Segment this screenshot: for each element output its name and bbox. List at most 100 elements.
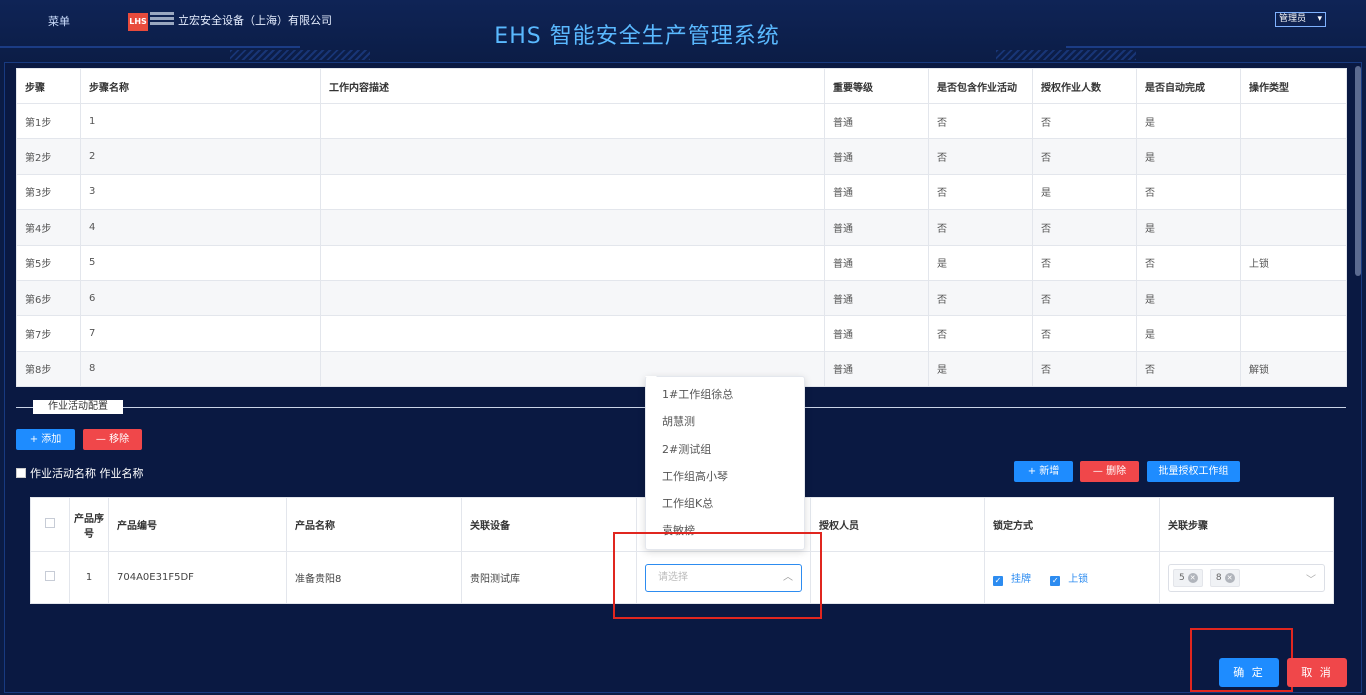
table-cell: 第4步 — [16, 209, 81, 246]
table-cell: 普通 — [824, 209, 929, 246]
dropdown-option[interactable]: 胡慧测 — [646, 408, 804, 435]
select-all-activities[interactable]: 作业活动名称 作业名称 — [16, 465, 144, 481]
dropdown-option[interactable]: 1#工作组徐总 — [646, 381, 804, 408]
table-row: 第7步 7 普通否否是 — [16, 315, 1347, 352]
table-cell: 否 — [1032, 279, 1137, 317]
select-all-cell — [30, 497, 70, 552]
step-tag: 8 ✕ — [1209, 568, 1240, 587]
vertical-scrollbar[interactable] — [1355, 66, 1361, 276]
table-cell: 否 — [1032, 138, 1137, 175]
dropdown-option[interactable]: 工作组K总 — [646, 490, 804, 517]
confirm-button[interactable]: 确 定 — [1219, 658, 1279, 687]
table-cell: 否 — [1032, 315, 1137, 352]
table-cell — [1240, 173, 1347, 211]
authorized-personnel — [810, 551, 985, 604]
table-cell — [1240, 102, 1347, 140]
step-tag: 5 ✕ — [1173, 568, 1203, 587]
steps-table: 步骤 步骤名称 工作内容描述 重要等级 是否包含作业活动 授权作业人数 是否自动… — [16, 68, 1347, 388]
table-cell: 6 — [80, 279, 321, 317]
dropdown-caret — [645, 376, 657, 382]
system-title: EHS 智能安全生产管理系统 — [494, 24, 780, 49]
table-row: 第1步 1 普通否否是 — [16, 102, 1347, 140]
table-cell: 第6步 — [16, 279, 81, 317]
related-steps-select[interactable]: 5 ✕ 8 ✕ ﹀ — [1168, 563, 1325, 592]
table-cell: 第8步 — [16, 350, 81, 388]
app-header: 菜单 LHS 立宏安全设备（上海）有限公司 EHS 智能安全生产管理系统 管理员… — [0, 0, 1366, 66]
table-cell: 否 — [1032, 102, 1137, 140]
batch-authorize-button[interactable]: 批量授权工作组 — [1147, 461, 1240, 482]
table-cell — [1240, 279, 1347, 317]
close-icon[interactable]: ✕ — [1187, 572, 1198, 583]
table-cell: 第3步 — [16, 173, 81, 211]
column-header: 产品名称 — [286, 497, 462, 552]
table-cell: 是 — [1136, 279, 1241, 317]
table-cell: 1 — [80, 102, 321, 140]
product-code: 704A0E31F5DF — [108, 551, 287, 604]
table-row: 第5步 5 普通是否否上锁 — [16, 244, 1347, 281]
table-cell: 否 — [1032, 209, 1137, 246]
add-button[interactable]: + 添加 — [16, 429, 75, 450]
table-cell: 7 — [80, 315, 321, 352]
new-button[interactable]: + 新增 — [1014, 461, 1073, 482]
close-icon[interactable]: ✕ — [1224, 572, 1235, 583]
steps-header-row: 步骤 步骤名称 工作内容描述 重要等级 是否包含作业活动 授权作业人数 是否自动… — [16, 68, 1347, 104]
dropdown-option[interactable]: 2#测试组 — [646, 436, 804, 463]
column-header: 产品编号 — [108, 497, 287, 552]
checkmark-icon[interactable]: ✓ — [993, 575, 1003, 586]
table-cell: 8 — [80, 350, 321, 388]
delete-button[interactable]: — 删除 — [1080, 461, 1139, 482]
table-cell: 普通 — [824, 102, 929, 140]
lock-option-tag[interactable]: 挂牌 — [1011, 574, 1031, 585]
table-cell: 4 — [80, 209, 321, 246]
table-cell: 否 — [1032, 350, 1137, 388]
table-cell — [1240, 315, 1347, 352]
table-cell — [320, 102, 825, 140]
table-cell: 否 — [928, 138, 1033, 175]
table-cell: 第7步 — [16, 315, 81, 352]
column-header: 是否包含作业活动 — [928, 68, 1033, 104]
table-cell: 普通 — [824, 244, 929, 281]
select-all-checkbox[interactable] — [45, 518, 55, 528]
table-cell — [320, 138, 825, 175]
table-cell: 第1步 — [16, 102, 81, 140]
table-row: 第6步 6 普通否否是 — [16, 279, 1347, 317]
step-tag-label: 8 — [1215, 572, 1222, 583]
column-header: 工作内容描述 — [320, 68, 825, 104]
table-cell: 普通 — [824, 138, 929, 175]
cancel-button[interactable]: 取 消 — [1287, 658, 1347, 687]
dropdown-option[interactable]: 工作组高小琴 — [646, 463, 804, 490]
table-cell: 否 — [1032, 244, 1137, 281]
column-header: 操作类型 — [1240, 68, 1347, 104]
lock-option-lock[interactable]: 上锁 — [1068, 574, 1088, 585]
checkmark-icon[interactable]: ✓ — [1050, 575, 1061, 586]
table-cell: 是 — [1136, 315, 1241, 352]
table-cell: 3 — [80, 173, 321, 211]
remove-button[interactable]: — 移除 — [83, 429, 142, 450]
table-cell: 普通 — [824, 279, 929, 317]
column-header: 是否自动完成 — [1136, 68, 1241, 104]
table-cell: 是 — [928, 244, 1033, 281]
table-cell: 否 — [928, 173, 1033, 211]
table-cell: 否 — [1136, 244, 1241, 281]
column-header: 锁定方式 — [984, 497, 1160, 552]
user-menu[interactable]: 管理员 ▾ — [1275, 12, 1326, 27]
table-cell: 否 — [1136, 350, 1241, 388]
column-header: 关联设备 — [461, 497, 637, 552]
table-cell — [320, 279, 825, 317]
row-checkbox[interactable] — [45, 571, 55, 581]
table-row: 第4步 4 普通否否是 — [16, 209, 1347, 246]
highlight-box — [613, 532, 822, 619]
checkbox[interactable] — [16, 468, 26, 478]
user-menu-label: 管理员 — [1279, 14, 1307, 24]
workgroup-dropdown: 1#工作组徐总 胡慧测 2#测试组 工作组高小琴 工作组K总 袁敏榜 — [645, 376, 805, 550]
table-cell — [320, 209, 825, 246]
table-cell: 是 — [1136, 102, 1241, 140]
table-cell: 否 — [928, 209, 1033, 246]
header-decoration — [0, 46, 300, 48]
header-decoration — [230, 50, 370, 60]
table-cell: 普通 — [824, 350, 929, 388]
column-header: 授权作业人数 — [1032, 68, 1137, 104]
table-cell: 普通 — [824, 315, 929, 352]
product-index: 1 — [69, 551, 109, 604]
table-cell: 2 — [80, 138, 321, 175]
